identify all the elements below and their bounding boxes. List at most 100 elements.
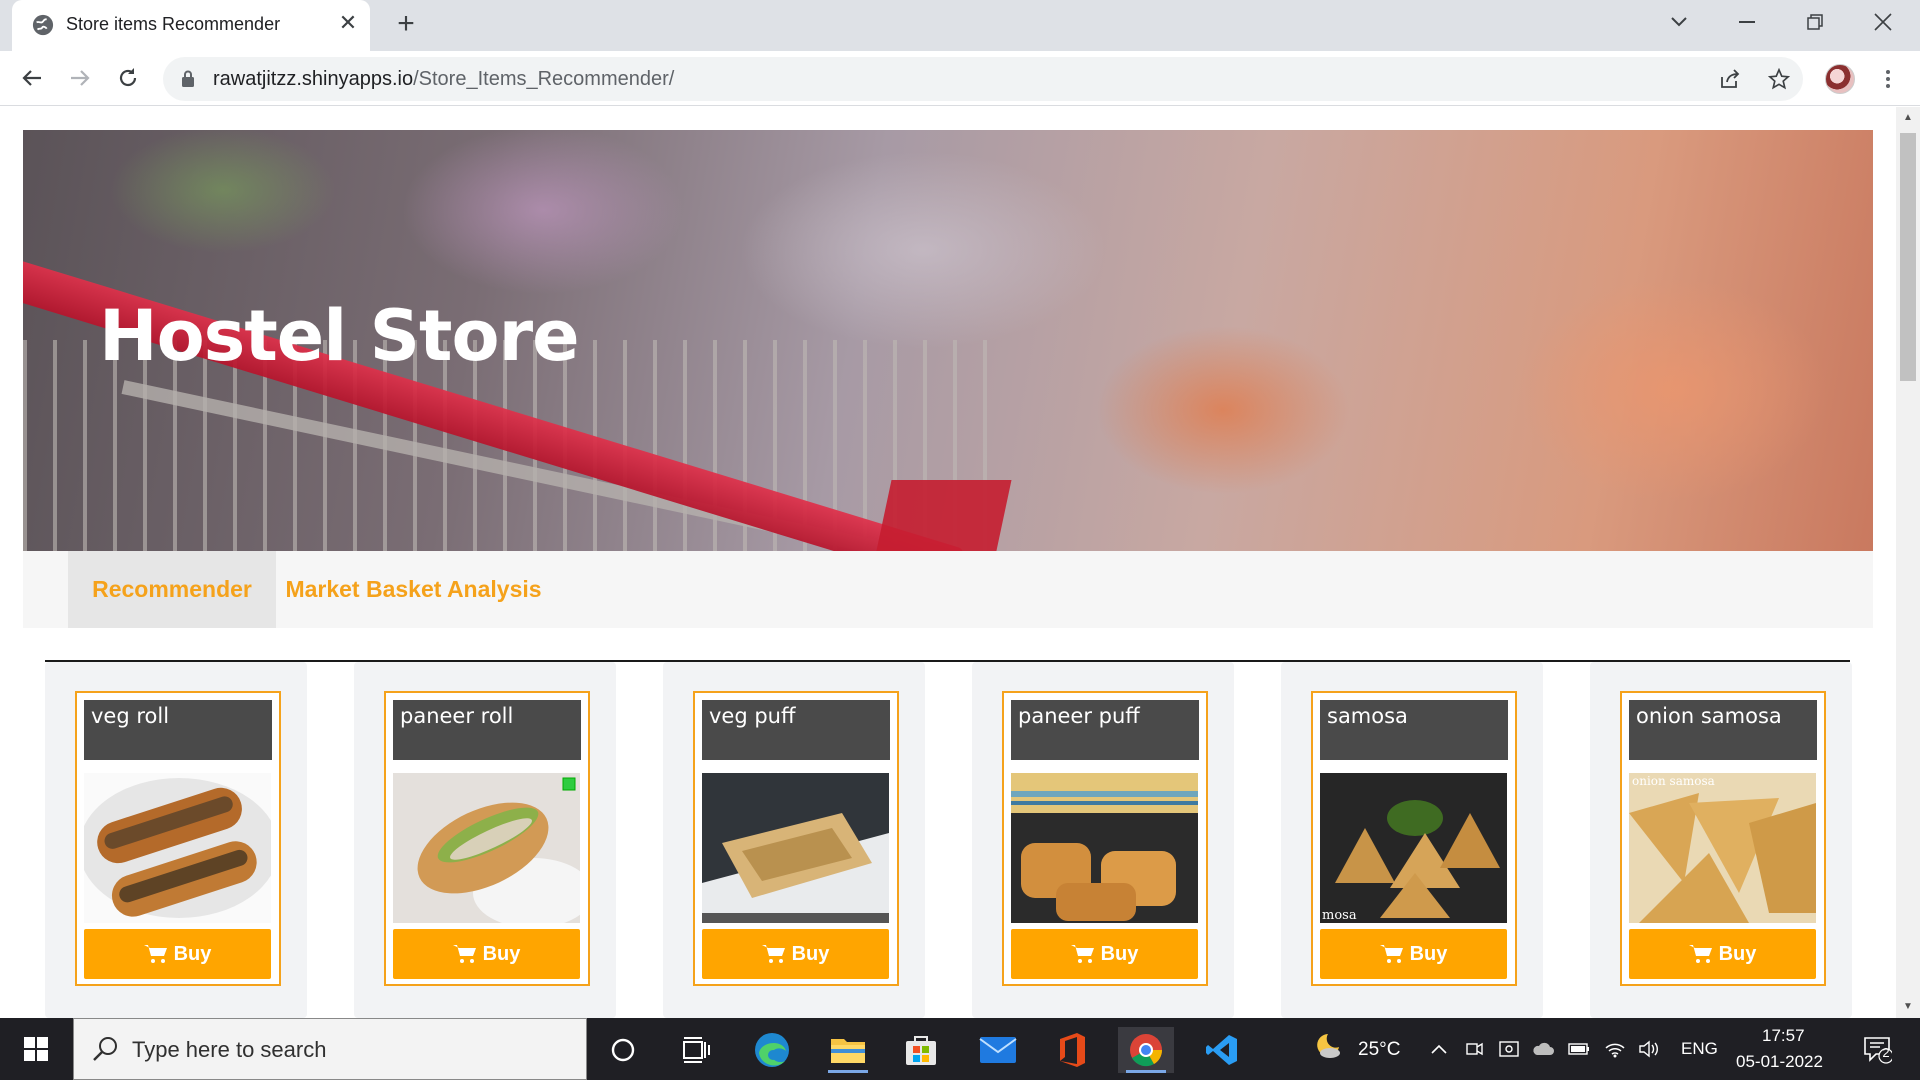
tab-strip: Store items Recommender ✕ + [0,0,1920,51]
product-card: paneer roll Buy [384,691,590,986]
vscode-icon[interactable] [1194,1027,1250,1073]
buy-button[interactable]: Buy [1011,929,1198,979]
buy-button[interactable]: Buy [393,929,580,979]
volume-icon[interactable] [1638,1038,1660,1060]
windows-start-icon[interactable] [0,1018,72,1080]
restore-button[interactable] [1781,0,1849,44]
cart-icon [1070,945,1094,963]
buy-button[interactable]: Buy [1629,929,1816,979]
cart-icon [452,945,476,963]
buy-label: Buy [173,942,212,965]
weather-moon-icon[interactable] [1312,1034,1342,1058]
battery-icon[interactable] [1568,1038,1590,1060]
product-name: paneer roll [393,700,581,760]
onion-samosa-image: onion samosa [1629,773,1816,923]
clock-time[interactable]: 17:57 [1762,1026,1805,1046]
bookmark-star-icon[interactable] [1767,67,1791,91]
chrome-icon[interactable] [1118,1027,1174,1073]
page-scrollbar[interactable]: ▲ ▼ [1896,107,1920,1018]
product-card-panel: paneer roll Buy [354,662,616,1018]
search-placeholder: Type here to search [132,1037,327,1062]
buy-button[interactable]: Buy [84,929,271,979]
language-indicator[interactable]: ENG [1681,1039,1718,1059]
product-card-panel: onion samosa onion samosa Buy [1590,662,1852,1018]
tab-recommender[interactable]: Recommender [68,551,276,628]
edge-browser-icon[interactable] [744,1027,800,1073]
product-name: onion samosa [1629,700,1817,760]
taskbar-search-box[interactable]: Type here to search [73,1018,587,1080]
product-name: samosa [1320,700,1508,760]
product-card: veg puff Buy [693,691,899,986]
samosa-image-caption: mosa [1322,908,1357,923]
url-path: /Store_Items_Recommender/ [413,68,675,90]
product-card: onion samosa onion samosa Buy [1620,691,1826,986]
onedrive-cloud-icon[interactable] [1532,1038,1554,1060]
lock-icon[interactable] [181,70,195,88]
reload-button[interactable] [110,60,146,96]
close-window-button[interactable] [1849,0,1917,44]
url-text[interactable]: rawatjitzz.shinyapps.io/Store_Items_Reco… [213,68,674,91]
product-grid: veg roll Buy paneer roll Buy veg puff Bu… [45,662,1852,1018]
scroll-thumb[interactable] [1900,133,1916,381]
mail-icon[interactable] [970,1027,1026,1073]
notifications-icon[interactable]: 2 [1860,1032,1894,1066]
chevron-up-icon[interactable] [1428,1038,1450,1060]
address-bar[interactable]: rawatjitzz.shinyapps.io/Store_Items_Reco… [163,57,1803,101]
tab-search-icon[interactable] [1645,0,1713,44]
buy-label: Buy [482,942,521,965]
windows-taskbar: Type here to search 25°C ENG 17:57 05-01… [0,1018,1920,1080]
wifi-icon[interactable] [1604,1038,1626,1060]
tab-market-basket-analysis[interactable]: Market Basket Analysis [276,551,551,628]
cart-icon [143,945,167,963]
hero-title: Hostel Store [99,295,580,377]
back-button[interactable] [14,60,50,96]
buy-label: Buy [1100,942,1139,965]
weather-temperature[interactable]: 25°C [1358,1039,1400,1061]
close-tab-icon[interactable]: ✕ [335,10,361,36]
notification-count: 2 [1882,1045,1890,1060]
product-card-panel: veg puff Buy [663,662,925,1018]
browser-toolbar: rawatjitzz.shinyapps.io/Store_Items_Reco… [0,51,1920,106]
minimize-button[interactable] [1713,0,1781,44]
veg-roll-image [84,773,271,923]
clock-date[interactable]: 05-01-2022 [1736,1052,1823,1072]
browser-menu-icon[interactable] [1876,65,1900,93]
url-host: rawatjitzz.shinyapps.io [213,68,414,90]
new-tab-button[interactable]: + [390,8,422,40]
file-explorer-icon[interactable] [820,1027,876,1073]
product-name: veg puff [702,700,890,760]
onion-samosa-image-caption: onion samosa [1632,774,1715,788]
buy-label: Buy [791,942,830,965]
buy-button[interactable]: Buy [1320,929,1507,979]
app-tabs: Recommender Market Basket Analysis [23,551,1873,628]
forward-button[interactable] [62,60,98,96]
product-card: veg roll Buy [75,691,281,986]
buy-label: Buy [1718,942,1757,965]
active-indicator [1126,1070,1166,1073]
profile-avatar[interactable] [1825,64,1855,94]
cart-icon [1688,945,1712,963]
scroll-down-arrow-icon[interactable]: ▼ [1902,1002,1914,1012]
hero-banner: Hostel Store [23,130,1873,551]
product-card-panel: veg roll Buy [45,662,307,1018]
buy-label: Buy [1409,942,1448,965]
microsoft-store-icon[interactable] [893,1027,949,1073]
share-icon[interactable] [1718,67,1742,91]
product-card-panel: samosa mosa Buy [1281,662,1543,1018]
product-name: veg roll [84,700,272,760]
veg-puff-image [702,773,889,923]
screen-capture-icon[interactable] [1498,1038,1520,1060]
office-icon[interactable] [1044,1027,1100,1073]
paneer-puff-image [1011,773,1198,923]
scroll-up-arrow-icon[interactable]: ▲ [1902,113,1914,123]
globe-icon [32,14,54,36]
search-icon [93,1037,117,1061]
meet-now-icon[interactable] [1463,1038,1485,1060]
cart-icon [761,945,785,963]
buy-button[interactable]: Buy [702,929,889,979]
browser-tab[interactable]: Store items Recommender ✕ [12,0,370,51]
page-viewport: Hostel Store Recommender Market Basket A… [0,107,1920,1018]
task-view-icon[interactable] [668,1027,724,1073]
samosa-image: mosa [1320,773,1507,923]
cortana-icon[interactable] [595,1027,651,1073]
